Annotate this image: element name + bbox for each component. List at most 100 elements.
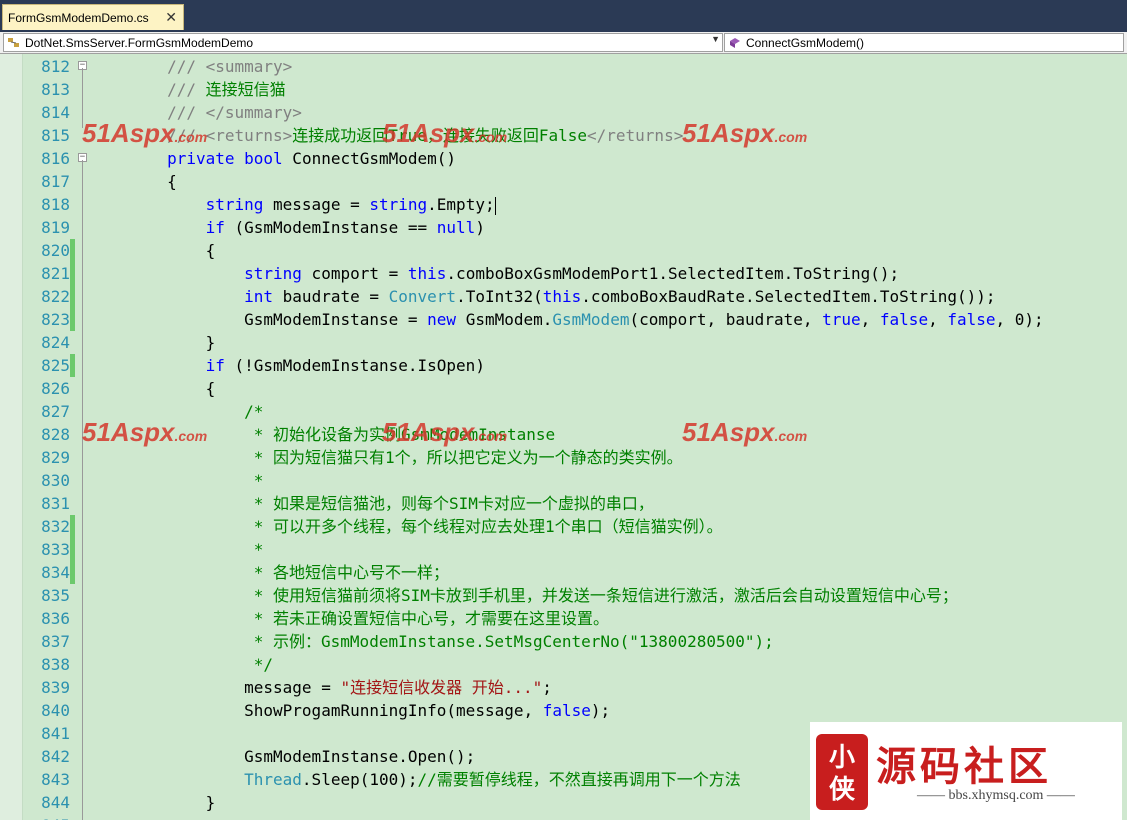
class-dropdown[interactable]: DotNet.SmsServer.FormGsmModemDemo ▼ (3, 33, 723, 52)
seal-logo: 小 侠 (816, 734, 868, 810)
line-number: 815 (41, 126, 70, 145)
class-icon (8, 37, 19, 47)
line-number: 818 (41, 195, 70, 214)
code-line[interactable]: 838 */ (0, 653, 1127, 676)
code-line[interactable]: 829 * 因为短信猫只有1个，所以把它定义为一个静态的类实例。 (0, 446, 1127, 469)
code-text: } (90, 791, 216, 814)
code-text: /// <summary> (90, 55, 292, 78)
line-number: 844 (41, 793, 70, 812)
document-tab-label: FormGsmModemDemo.cs (8, 10, 149, 25)
code-token: Convert (388, 287, 457, 306)
watermark: 51Aspx.com (382, 417, 508, 447)
watermark: 51Aspx.com (382, 118, 508, 148)
line-number: 829 (41, 448, 70, 467)
code-line[interactable]: 836 * 若未正确设置短信中心号，才需要在这里设置。 (0, 607, 1127, 630)
line-number: 831 (41, 494, 70, 513)
watermark: 51Aspx.com (82, 118, 208, 148)
code-token: false (542, 701, 591, 720)
fold-guide (82, 160, 83, 820)
code-token: ); (590, 701, 611, 720)
code-text: * 若未正确设置短信中心号，才需要在这里设置。 (90, 607, 609, 630)
line-number: 824 (41, 333, 70, 352)
code-token: .comboBoxBaudRate.SelectedItem.ToString(… (581, 287, 996, 306)
code-line[interactable]: 825 if (!GsmModemInstanse.IsOpen) (0, 354, 1127, 377)
line-number: 843 (41, 770, 70, 789)
document-tab-bar: FormGsmModemDemo.cs ✕ (0, 0, 1127, 32)
code-line[interactable]: 818 string message = string.Empty; (0, 193, 1127, 216)
code-text: * 各地短信中心号不一样； (90, 561, 449, 584)
navigation-bar: DotNet.SmsServer.FormGsmModemDemo ▼ Conn… (0, 32, 1127, 54)
code-token: * (90, 471, 264, 490)
code-token: * 示例：GsmModemInstanse.SetMsgCenterNo("13… (90, 632, 774, 651)
code-token: GsmModem. (456, 310, 553, 329)
code-token: 连接短信猫 (205, 80, 286, 99)
code-line[interactable]: 813 /// 连接短信猫 (0, 78, 1127, 101)
code-text: ShowProgamRunningInfo(message, false); (90, 699, 610, 722)
code-line[interactable]: 821 string comport = this.comboBoxGsmMod… (0, 262, 1127, 285)
code-token: ShowProgamRunningInfo(message, (90, 701, 543, 720)
code-line[interactable]: 826 { (0, 377, 1127, 400)
code-text: * 可以开多个线程，每个线程对应去处理1个串口（短信猫实例）。 (90, 515, 723, 538)
code-token: .comboBoxGsmModemPort1.SelectedItem.ToSt… (446, 264, 900, 283)
code-text: string comport = this.comboBoxGsmModemPo… (90, 262, 899, 285)
code-line[interactable]: 831 * 如果是短信猫池，则每个SIM卡对应一个虚拟的串口， (0, 492, 1127, 515)
code-token: (comport, baudrate, (629, 310, 823, 329)
code-line[interactable]: 820 { (0, 239, 1127, 262)
line-number: 835 (41, 586, 70, 605)
member-dropdown[interactable]: ConnectGsmModem() (724, 33, 1124, 52)
line-number: 816 (41, 149, 70, 168)
document-tab[interactable]: FormGsmModemDemo.cs ✕ (2, 4, 184, 30)
code-token: bool (244, 149, 283, 168)
line-number: 822 (41, 287, 70, 306)
code-line[interactable]: 837 * 示例：GsmModemInstanse.SetMsgCenterNo… (0, 630, 1127, 653)
code-token: message = (90, 678, 341, 697)
code-line[interactable]: 834 * 各地短信中心号不一样； (0, 561, 1127, 584)
line-number: 842 (41, 747, 70, 766)
code-token: string (205, 195, 264, 214)
code-token: /// (90, 57, 206, 76)
code-token: (GsmModemInstanse == (224, 218, 437, 237)
code-line[interactable]: 822 int baudrate = Convert.ToInt32(this.… (0, 285, 1127, 308)
code-line[interactable]: 824 } (0, 331, 1127, 354)
code-line[interactable]: 833 * (0, 538, 1127, 561)
code-text: int baudrate = Convert.ToInt32(this.comb… (90, 285, 996, 308)
code-line[interactable]: 835 * 使用短信猫前须将SIM卡放到手机里，并发送一条短信进行激活，激活后会… (0, 584, 1127, 607)
logo-url: —— bbs.xhymsq.com —— (917, 788, 1075, 803)
code-text: * 如果是短信猫池，则每个SIM卡对应一个虚拟的串口， (90, 492, 654, 515)
line-number: 834 (41, 563, 70, 582)
code-token: * 可以开多个线程，每个线程对应去处理1个串口（短信猫实例）。 (90, 517, 723, 536)
code-line[interactable]: 832 * 可以开多个线程，每个线程对应去处理1个串口（短信猫实例）。 (0, 515, 1127, 538)
code-token: /// (90, 80, 206, 99)
code-token: { (90, 172, 177, 191)
code-token: this (542, 287, 582, 306)
code-line[interactable]: 830 * (0, 469, 1127, 492)
code-line[interactable]: 840 ShowProgamRunningInfo(message, false… (0, 699, 1127, 722)
change-marker (70, 262, 75, 285)
code-token: if (205, 356, 225, 375)
class-dropdown-value: DotNet.SmsServer.FormGsmModemDemo (25, 35, 254, 50)
code-token: { (90, 379, 216, 398)
code-token: true (822, 310, 861, 329)
code-text: if (GsmModemInstanse == null) (90, 216, 485, 239)
code-token: * 使用短信猫前须将SIM卡放到手机里，并发送一条短信进行激活，激活后会自动设置… (90, 586, 958, 605)
code-line[interactable]: 819 if (GsmModemInstanse == null) (0, 216, 1127, 239)
code-line[interactable]: 823 GsmModemInstanse = new GsmModem.GsmM… (0, 308, 1127, 331)
line-number: 837 (41, 632, 70, 651)
change-marker (70, 354, 75, 377)
close-tab-icon[interactable]: ✕ (165, 9, 177, 25)
code-text: { (90, 239, 216, 262)
code-text: { (90, 170, 177, 193)
code-line[interactable]: 812− /// <summary> (0, 55, 1127, 78)
code-line[interactable]: 817 { (0, 170, 1127, 193)
code-line[interactable]: 816− private bool ConnectGsmModem() (0, 147, 1127, 170)
code-line[interactable]: 839 message = "连接短信收发器 开始..."; (0, 676, 1127, 699)
code-token: private (167, 149, 235, 168)
code-token: this (407, 264, 447, 283)
method-icon (730, 37, 740, 48)
code-token: * 如果是短信猫池，则每个SIM卡对应一个虚拟的串口， (90, 494, 654, 513)
line-number: 845 (22, 814, 70, 820)
